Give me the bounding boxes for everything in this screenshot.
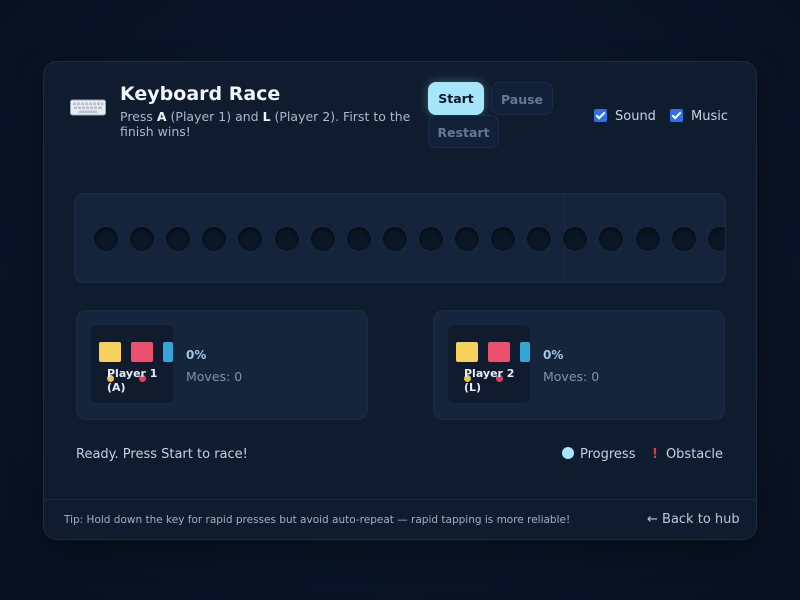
track-cell <box>562 226 589 252</box>
back-to-hub-link[interactable]: ← Back to hub <box>647 512 740 527</box>
divider <box>44 499 756 500</box>
tip-text: Tip: Hold down the key for rapid presses… <box>64 514 571 526</box>
player2-name: Player 2 (L) <box>464 367 515 394</box>
track-cell <box>454 226 480 252</box>
sound-label: Sound <box>615 109 656 124</box>
track-cell <box>706 226 725 252</box>
player2-progress: 0% <box>543 348 564 362</box>
start-button[interactable]: Start <box>428 82 484 115</box>
track-cell <box>526 226 553 252</box>
track-cell <box>598 226 625 252</box>
instructions: Press A (Player 1) and L (Player 2). Fir… <box>120 109 411 139</box>
track-cell <box>93 226 119 252</box>
music-checkbox[interactable] <box>670 109 683 122</box>
legend-obstacle: ! Obstacle <box>652 447 724 462</box>
track-cell <box>490 226 517 252</box>
track-cell <box>165 226 192 252</box>
exclamation-icon: ! <box>652 447 658 462</box>
track-cell <box>417 226 444 252</box>
keyboard-icon <box>70 99 106 116</box>
player2-moves: Moves: 0 <box>543 369 600 384</box>
player1-name: Player 1 (A) <box>107 367 158 394</box>
status-text: Ready. Press Start to race! <box>76 447 248 462</box>
track-cell <box>129 226 156 252</box>
track-cell <box>309 226 336 252</box>
page-title: Keyboard Race <box>120 83 281 105</box>
legend-progress: Progress <box>562 447 635 462</box>
player2-panel: Player 2 (L) 0% Moves: 0 <box>433 310 725 420</box>
player1-key: A <box>156 109 167 124</box>
music-toggle[interactable]: Music <box>670 109 728 124</box>
sound-checkbox[interactable] <box>594 109 607 122</box>
track-cell <box>345 226 372 252</box>
player1-panel: Player 1 (A) 0% Moves: 0 <box>76 310 368 420</box>
track-cell <box>381 226 408 252</box>
track-cell <box>670 226 697 252</box>
track-cell <box>201 226 228 252</box>
player2-avatar: Player 2 (L) <box>448 325 530 403</box>
track-cell <box>634 226 661 252</box>
track-cell <box>237 226 264 252</box>
sound-toggle[interactable]: Sound <box>594 109 656 124</box>
progress-dot-icon <box>562 447 574 459</box>
player1-avatar: Player 1 (A) <box>91 325 173 403</box>
track-cell <box>273 226 300 252</box>
pause-button[interactable]: Pause <box>491 82 553 115</box>
game-card: Keyboard Race Press A (Player 1) and L (… <box>43 61 757 540</box>
player2-key: L <box>262 109 271 124</box>
restart-button[interactable]: Restart <box>428 115 499 148</box>
music-label: Music <box>691 109 728 124</box>
player1-moves: Moves: 0 <box>186 369 243 384</box>
player1-progress: 0% <box>186 348 207 362</box>
race-track <box>74 193 726 283</box>
